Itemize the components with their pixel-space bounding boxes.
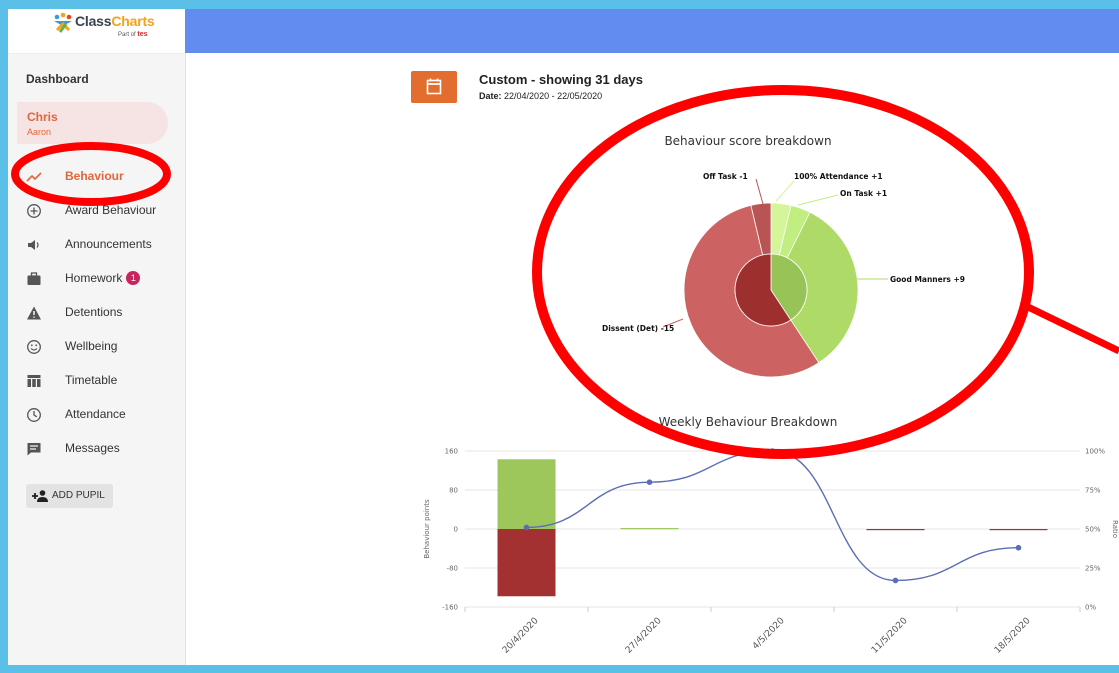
pie-label-connector (797, 194, 839, 206)
y2-tick-label: 75% (1085, 487, 1101, 495)
bar-negative (989, 529, 1048, 531)
bar-negative (866, 529, 925, 531)
ratio-line (526, 450, 1019, 582)
pie-slice-label: Off Task -1 (703, 172, 748, 181)
x-tick-label: 27/4/2020 (624, 616, 664, 656)
ratio-point (1015, 544, 1022, 551)
pie-slice-label: 100% Attendance +1 (794, 172, 883, 181)
y-tick-label: 80 (449, 487, 458, 495)
y2-axis-title: Ratio (1111, 520, 1119, 538)
y2-tick-label: 50% (1085, 526, 1101, 534)
x-tick-label: 11/5/2020 (870, 616, 910, 656)
pie-slice-label: Good Manners +9 (890, 275, 965, 284)
x-tick-label: 4/5/2020 (751, 616, 787, 652)
x-tick-label: 20/4/2020 (501, 616, 541, 656)
bar-positive (497, 459, 556, 529)
y-axis-title: Behaviour points (423, 499, 431, 559)
charts-canvas: 100% Attendance +1 On Task +1 Good Manners… (423, 172, 1119, 656)
y-tick-label: 0 (454, 526, 458, 534)
ratio-point (646, 479, 653, 486)
pie-label-connector (775, 180, 795, 202)
pie-slice-label: Dissent (Det) -15 (602, 324, 674, 333)
bar-positive (620, 528, 679, 530)
ratio-point (769, 448, 776, 454)
y2-tick-label: 100% (1085, 448, 1105, 456)
bar-negative (497, 529, 556, 597)
y-tick-label: -80 (447, 565, 458, 573)
ratio-point (523, 524, 530, 531)
ratio-point (892, 577, 899, 584)
y2-tick-label: 0% (1085, 604, 1096, 612)
y-tick-label: -160 (442, 604, 458, 612)
pie-slice-label: On Task +1 (840, 189, 887, 198)
y2-tick-label: 25% (1085, 565, 1101, 573)
y-tick-label: 160 (445, 448, 458, 456)
x-tick-label: 18/5/2020 (993, 616, 1033, 656)
app-frame: ClassCharts Part of tes Dashboard Chris … (8, 9, 1119, 665)
pie-label-connector (755, 178, 764, 205)
